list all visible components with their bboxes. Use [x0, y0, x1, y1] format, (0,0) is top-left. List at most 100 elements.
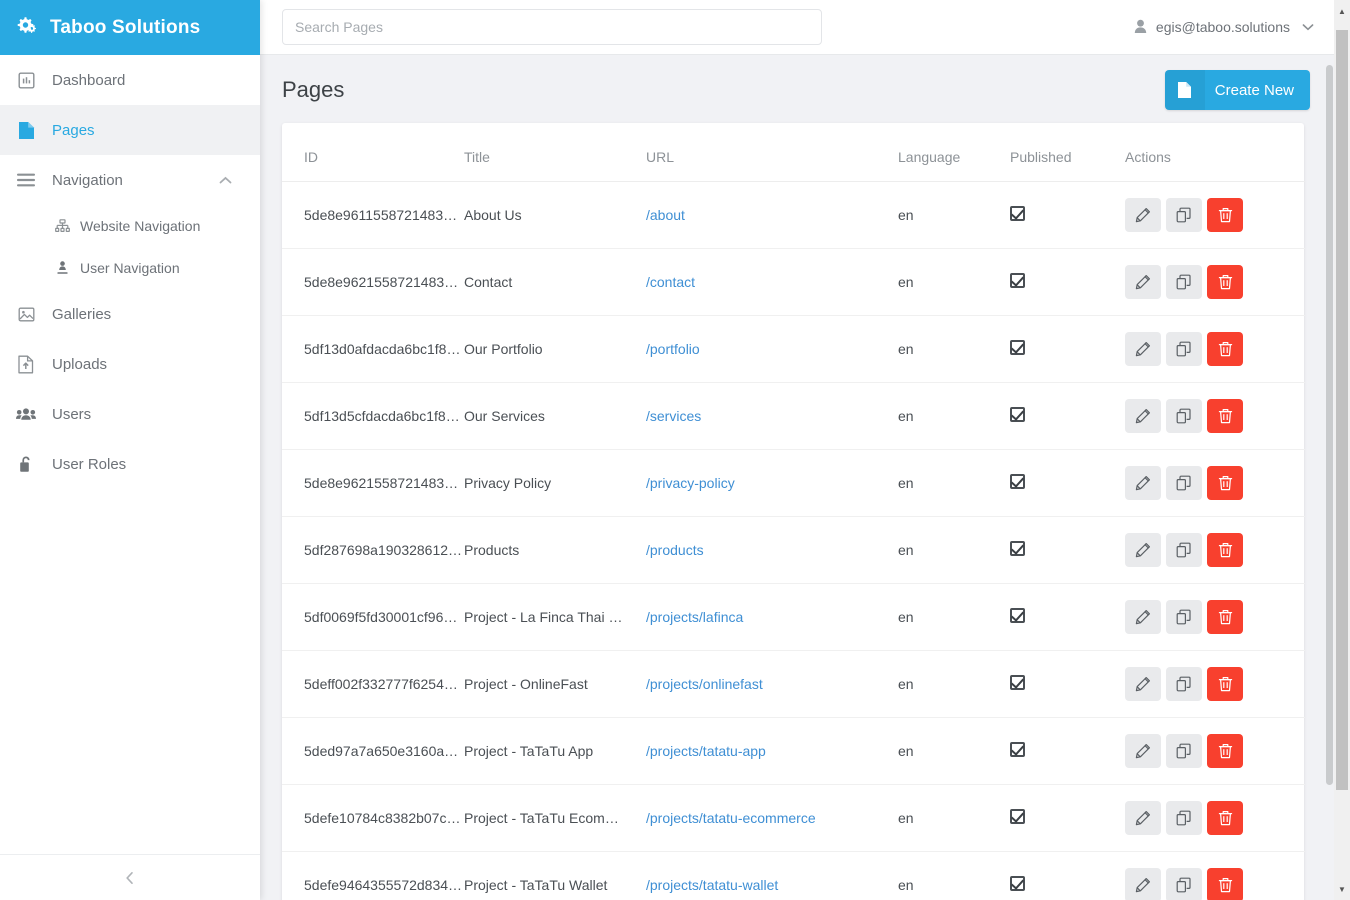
copy-icon: [1176, 341, 1192, 357]
url-link[interactable]: /services: [646, 408, 701, 424]
delete-button[interactable]: [1207, 533, 1243, 567]
sidebar-item-label: Galleries: [52, 305, 112, 323]
search-input[interactable]: [282, 9, 822, 45]
sidebar-item-dashboard[interactable]: Dashboard: [0, 55, 260, 105]
edit-button[interactable]: [1125, 667, 1161, 701]
url-link[interactable]: /projects/tatatu-wallet: [646, 877, 778, 893]
edit-button[interactable]: [1125, 332, 1161, 366]
window-scrollbar-thumb[interactable]: [1336, 30, 1348, 790]
delete-button[interactable]: [1207, 868, 1243, 900]
published-checkbox[interactable]: [1010, 474, 1025, 489]
sidebar-item-label: Pages: [52, 121, 95, 139]
url-link[interactable]: /projects/onlinefast: [646, 676, 763, 692]
sidebar-item-pages[interactable]: Pages: [0, 105, 260, 155]
url-link[interactable]: /projects/lafinca: [646, 609, 743, 625]
sidebar-item-navigation[interactable]: Navigation: [0, 155, 260, 205]
cell-title: Project - TaTaTu Wallet: [464, 851, 646, 900]
cell-title: Project - TaTaTu Ecom…: [464, 784, 646, 852]
edit-button[interactable]: [1125, 466, 1161, 500]
published-checkbox[interactable]: [1010, 340, 1025, 355]
published-checkbox[interactable]: [1010, 541, 1025, 556]
published-checkbox[interactable]: [1010, 273, 1025, 288]
url-link[interactable]: /projects/tatatu-app: [646, 743, 766, 759]
duplicate-button[interactable]: [1166, 868, 1202, 900]
column-header-published[interactable]: Published: [1010, 123, 1125, 182]
duplicate-button[interactable]: [1166, 265, 1202, 299]
sidebar-item-user-navigation[interactable]: User Navigation: [0, 247, 260, 289]
sidebar-item-uploads[interactable]: Uploads: [0, 339, 260, 389]
cell-published: [1010, 449, 1125, 517]
edit-button[interactable]: [1125, 399, 1161, 433]
url-link[interactable]: /about: [646, 207, 685, 223]
scroll-down-arrow-icon[interactable]: ▼: [1334, 881, 1350, 897]
url-link[interactable]: /products: [646, 542, 704, 558]
duplicate-button[interactable]: [1166, 600, 1202, 634]
trash-icon: [1218, 408, 1233, 424]
sidebar-collapse-button[interactable]: [0, 854, 260, 900]
edit-button[interactable]: [1125, 533, 1161, 567]
published-checkbox[interactable]: [1010, 876, 1025, 891]
cell-title: Products: [464, 516, 646, 584]
cell-actions: [1125, 248, 1305, 316]
cell-actions: [1125, 583, 1305, 651]
pencil-icon: [1135, 877, 1151, 893]
published-checkbox[interactable]: [1010, 608, 1025, 623]
url-link[interactable]: /portfolio: [646, 341, 700, 357]
brand-header[interactable]: Taboo Solutions: [0, 0, 260, 55]
published-checkbox[interactable]: [1010, 809, 1025, 824]
duplicate-button[interactable]: [1166, 533, 1202, 567]
sidebar-item-users[interactable]: Users: [0, 389, 260, 439]
column-header-language[interactable]: Language: [898, 123, 1010, 182]
edit-button[interactable]: [1125, 734, 1161, 768]
duplicate-button[interactable]: [1166, 399, 1202, 433]
delete-button[interactable]: [1207, 734, 1243, 768]
edit-button[interactable]: [1125, 198, 1161, 232]
cell-url: /services: [646, 382, 898, 450]
scroll-up-arrow-icon[interactable]: ▲: [1334, 3, 1350, 19]
user-menu[interactable]: egis@taboo.solutions: [1133, 19, 1314, 35]
row-actions: [1125, 600, 1305, 634]
cell-published: [1010, 851, 1125, 900]
delete-button[interactable]: [1207, 600, 1243, 634]
delete-button[interactable]: [1207, 801, 1243, 835]
duplicate-button[interactable]: [1166, 332, 1202, 366]
url-link[interactable]: /projects/tatatu-ecommerce: [646, 810, 816, 826]
content-scrollbar-track[interactable]: [1324, 55, 1334, 900]
cell-actions: [1125, 181, 1305, 249]
duplicate-button[interactable]: [1166, 801, 1202, 835]
duplicate-button[interactable]: [1166, 466, 1202, 500]
delete-button[interactable]: [1207, 466, 1243, 500]
edit-button[interactable]: [1125, 265, 1161, 299]
create-new-button[interactable]: Create New: [1164, 70, 1310, 110]
window-scrollbar-track[interactable]: ▲ ▼: [1334, 0, 1350, 900]
url-link[interactable]: /contact: [646, 274, 695, 290]
published-checkbox[interactable]: [1010, 407, 1025, 422]
trash-icon: [1218, 810, 1233, 826]
published-checkbox[interactable]: [1010, 675, 1025, 690]
duplicate-button[interactable]: [1166, 734, 1202, 768]
sidebar-item-user-roles[interactable]: User Roles: [0, 439, 260, 489]
delete-button[interactable]: [1207, 667, 1243, 701]
delete-button[interactable]: [1207, 332, 1243, 366]
sidebar-item-galleries[interactable]: Galleries: [0, 289, 260, 339]
cell-actions: [1125, 650, 1305, 718]
duplicate-button[interactable]: [1166, 667, 1202, 701]
sidebar-item-label: User Roles: [52, 455, 127, 473]
sidebar-item-website-navigation[interactable]: Website Navigation: [0, 205, 260, 247]
url-link[interactable]: /privacy-policy: [646, 475, 735, 491]
sidebar-item-label: Dashboard: [52, 71, 126, 89]
delete-button[interactable]: [1207, 265, 1243, 299]
column-header-id[interactable]: ID: [282, 123, 464, 182]
chevron-up-icon[interactable]: [219, 176, 232, 185]
duplicate-button[interactable]: [1166, 198, 1202, 232]
published-checkbox[interactable]: [1010, 742, 1025, 757]
column-header-url[interactable]: URL: [646, 123, 898, 182]
column-header-title[interactable]: Title: [464, 123, 646, 182]
edit-button[interactable]: [1125, 801, 1161, 835]
edit-button[interactable]: [1125, 868, 1161, 900]
content-scrollbar-thumb[interactable]: [1326, 65, 1333, 785]
published-checkbox[interactable]: [1010, 206, 1025, 221]
delete-button[interactable]: [1207, 198, 1243, 232]
delete-button[interactable]: [1207, 399, 1243, 433]
edit-button[interactable]: [1125, 600, 1161, 634]
